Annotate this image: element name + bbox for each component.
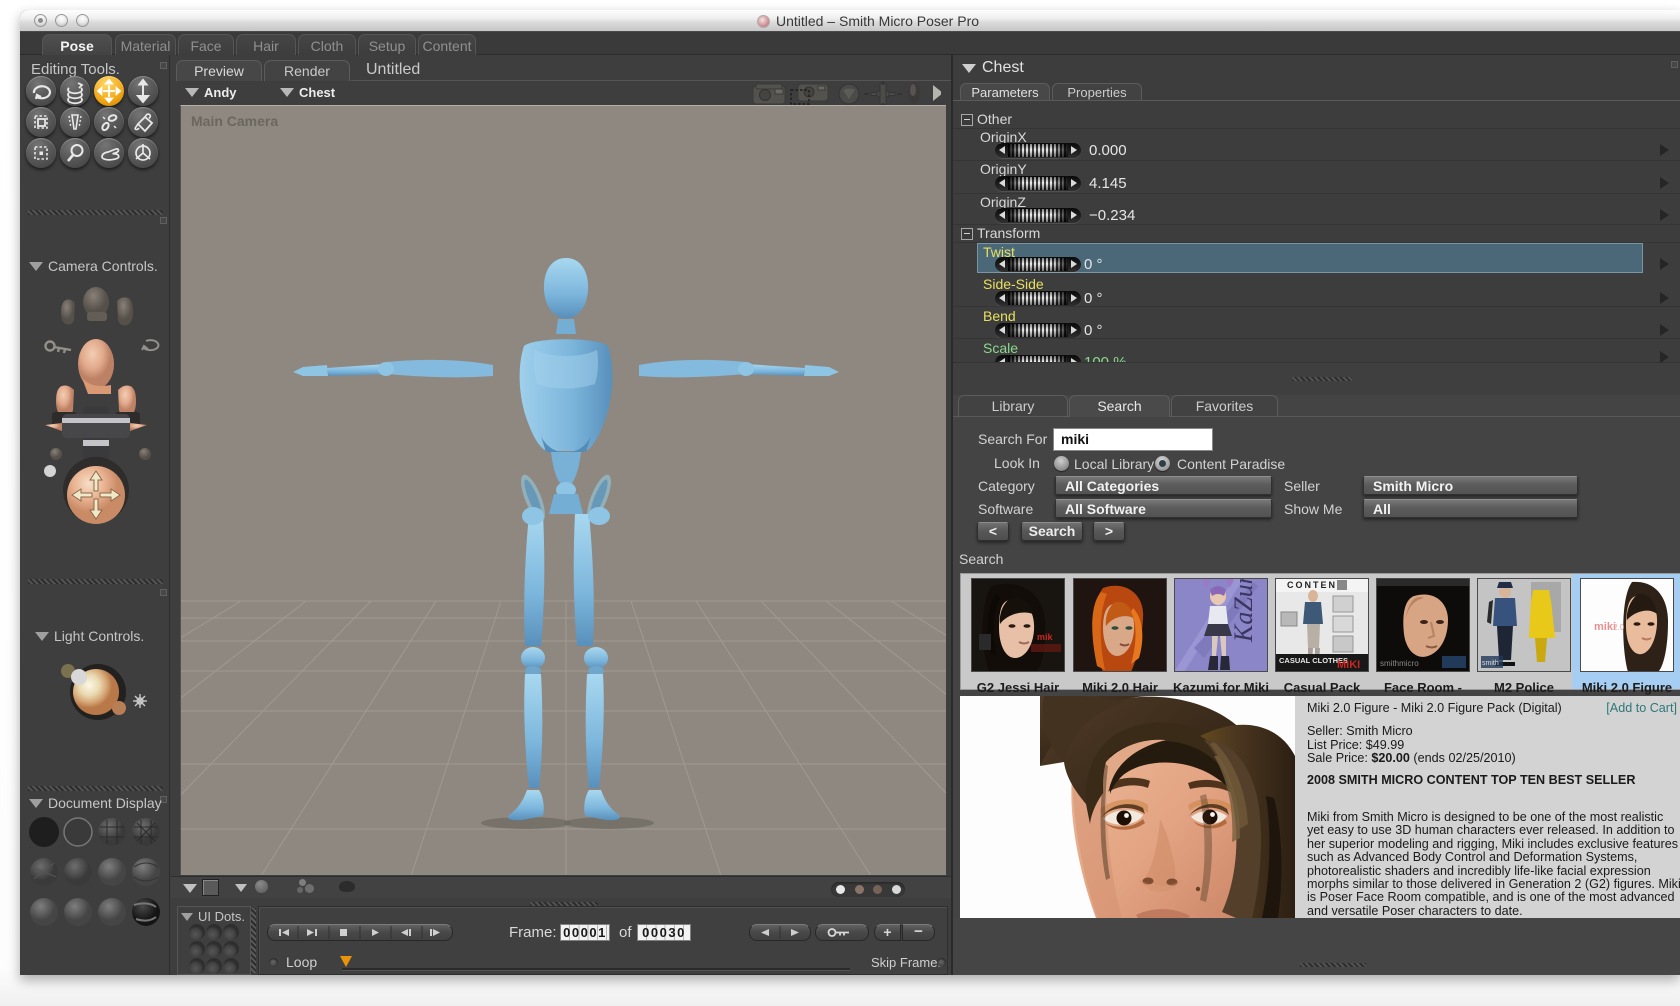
svg-text:2.0: 2.0 bbox=[1613, 623, 1625, 632]
svg-text:CONTENT: CONTENT bbox=[1287, 580, 1345, 590]
svg-text:KaZumi: KaZumi bbox=[1229, 578, 1258, 643]
svg-text:MIKI: MIKI bbox=[1337, 659, 1360, 671]
svg-text:smith: smith bbox=[1482, 660, 1499, 667]
svg-text:mik: mik bbox=[1037, 632, 1054, 642]
svg-text:smithmicro: smithmicro bbox=[1380, 659, 1419, 668]
